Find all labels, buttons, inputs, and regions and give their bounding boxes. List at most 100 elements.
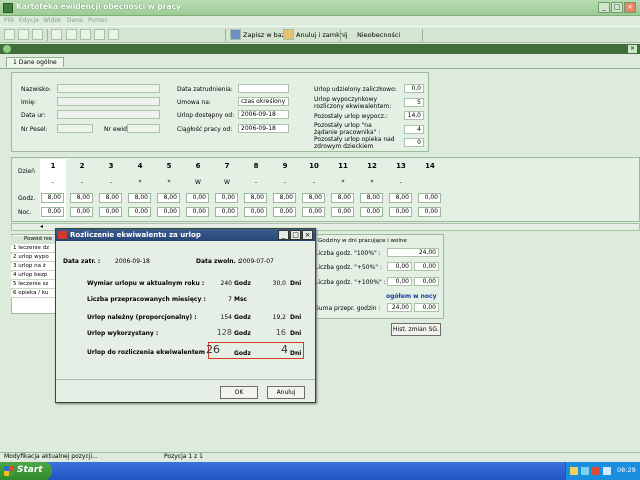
day-number[interactable]: 2 [74, 162, 90, 170]
minimize-button[interactable]: _ [598, 2, 610, 13]
day-hours-cell[interactable]: 8,00 [128, 193, 151, 203]
day-number[interactable]: 14 [422, 162, 438, 170]
day-night-cell[interactable]: 0,00 [331, 207, 354, 217]
day-night-cell[interactable]: 0,00 [418, 207, 441, 217]
save-icon[interactable] [230, 29, 241, 40]
day-number[interactable]: 6 [190, 162, 206, 170]
print-icon[interactable] [51, 29, 62, 40]
close-button[interactable]: × [624, 2, 636, 13]
tray-icon-4[interactable] [603, 467, 611, 475]
day-hours-cell[interactable]: 8,00 [41, 193, 64, 203]
day-hours-cell[interactable]: 8,00 [360, 193, 383, 203]
undo-icon[interactable] [108, 29, 119, 40]
tray-icon-3[interactable] [592, 467, 600, 475]
hours-100-field[interactable]: 24,00 [387, 248, 439, 257]
suma-total-field[interactable]: 24,00 [387, 303, 412, 312]
dialog-close-button[interactable]: × [302, 230, 313, 240]
pesel-field[interactable] [57, 124, 93, 133]
day-hours-cell[interactable]: 0,00 [215, 193, 238, 203]
list-item[interactable]: 2 urlop wypo [11, 254, 56, 262]
list-item[interactable]: 3 urlop na ż [11, 263, 56, 271]
tab-dane-ogolne[interactable]: 1 Dane ogólne [6, 57, 64, 67]
day-night-cell[interactable]: 0,00 [389, 207, 412, 217]
day-number[interactable]: 7 [219, 162, 235, 170]
paste-icon[interactable] [80, 29, 91, 40]
day-number[interactable]: 10 [306, 162, 322, 170]
list-item[interactable]: 5 leczenie sz [11, 281, 56, 289]
hist-zmian-button[interactable]: Hist. zmian SG. [391, 323, 441, 336]
menu-widok[interactable]: Widok [43, 17, 61, 24]
day-hours-cell[interactable]: 8,00 [331, 193, 354, 203]
list-item[interactable]: 1 leczenie dz [11, 245, 56, 253]
day-number[interactable]: 13 [393, 162, 409, 170]
day-hours-cell[interactable]: 8,00 [244, 193, 267, 203]
day-number[interactable]: 3 [103, 162, 119, 170]
day-number[interactable]: 9 [277, 162, 293, 170]
hours-200-night-field[interactable]: 0,00 [414, 277, 439, 286]
day-number[interactable]: 12 [364, 162, 380, 170]
day-night-cell[interactable]: 0,00 [186, 207, 209, 217]
suma-night-field[interactable]: 0,00 [414, 303, 439, 312]
urlop-od-field[interactable]: 2006-09-18 [238, 110, 289, 119]
dialog-minimize-button[interactable]: _ [278, 230, 289, 240]
cancel-icon[interactable] [283, 29, 294, 40]
day-night-cell[interactable]: 0,00 [157, 207, 180, 217]
day-night-cell[interactable]: 0,00 [302, 207, 325, 217]
umowa-field[interactable]: czas określony [238, 97, 289, 106]
data-zatr-field[interactable] [238, 84, 289, 93]
nazwisko-field[interactable] [57, 84, 160, 93]
day-night-cell[interactable]: 0,00 [244, 207, 267, 217]
tray-icon-1[interactable] [570, 467, 578, 475]
new-icon[interactable] [4, 29, 15, 40]
day-hours-cell[interactable]: 0,00 [186, 193, 209, 203]
day-night-cell[interactable]: 0,00 [99, 207, 122, 217]
menu-pomoc[interactable]: Pomoc [88, 17, 108, 24]
copy-icon[interactable] [18, 29, 29, 40]
day-hours-cell[interactable]: 8,00 [302, 193, 325, 203]
tray-icon-2[interactable] [581, 467, 589, 475]
dialog-cancel-button[interactable]: Anuluj [267, 386, 305, 399]
ciaglosc-field[interactable]: 2006-09-18 [238, 124, 289, 133]
menu-dane[interactable]: Dane [67, 17, 83, 24]
scroll-left-icon[interactable]: ◂ [40, 224, 46, 230]
refresh-icon[interactable] [3, 45, 11, 53]
day-number[interactable]: 4 [132, 162, 148, 170]
day-hours-cell[interactable]: 8,00 [70, 193, 93, 203]
cut-icon[interactable] [66, 29, 77, 40]
day-night-cell[interactable]: 0,00 [128, 207, 151, 217]
leave-on-demand-field[interactable]: 4 [404, 125, 424, 134]
day-number[interactable]: 8 [248, 162, 264, 170]
day-night-cell[interactable]: 0,00 [70, 207, 93, 217]
day-hours-cell[interactable]: 8,00 [273, 193, 296, 203]
dialog-maximize-button[interactable]: □ [290, 230, 301, 240]
day-night-cell[interactable]: 0,00 [41, 207, 64, 217]
day-night-cell[interactable]: 0,00 [215, 207, 238, 217]
menu-edycje[interactable]: Edycje [19, 17, 39, 24]
day-night-cell[interactable]: 0,00 [360, 207, 383, 217]
day-number[interactable]: 1 [45, 162, 61, 170]
imie-field[interactable] [57, 97, 160, 106]
list-item[interactable]: 6 opieka / ku [11, 290, 56, 298]
absences-button[interactable]: Nieobecności [357, 31, 400, 39]
data-ur-field[interactable] [57, 110, 160, 119]
day-night-cell[interactable]: 0,00 [273, 207, 296, 217]
hours-50-night-field[interactable]: 0,00 [414, 262, 439, 271]
day-hours-cell[interactable]: 0,00 [418, 193, 441, 203]
day-hours-cell[interactable]: 8,00 [99, 193, 122, 203]
tools-icon[interactable] [32, 29, 43, 40]
leave-equivalent-field[interactable]: 5 [404, 98, 424, 107]
day-hours-cell[interactable]: 8,00 [157, 193, 180, 203]
maximize-button[interactable]: □ [611, 2, 623, 13]
nr-ewid-field[interactable] [127, 124, 160, 133]
leave-remaining-field[interactable]: 14,0 [404, 111, 424, 120]
clipboard-icon[interactable] [94, 29, 105, 40]
leave-childcare-field[interactable]: 0 [404, 138, 424, 147]
dialog-ok-button[interactable]: OK [220, 386, 258, 399]
day-number[interactable]: 5 [161, 162, 177, 170]
close-tab-icon[interactable]: × [628, 45, 637, 53]
list-item[interactable]: 4 urlop bezp [11, 272, 56, 280]
hours-50-total-field[interactable]: 0,00 [387, 262, 412, 271]
day-number[interactable]: 11 [335, 162, 351, 170]
day-hours-cell[interactable]: 8,00 [389, 193, 412, 203]
leave-advance-field[interactable]: 0,0 [404, 84, 424, 93]
